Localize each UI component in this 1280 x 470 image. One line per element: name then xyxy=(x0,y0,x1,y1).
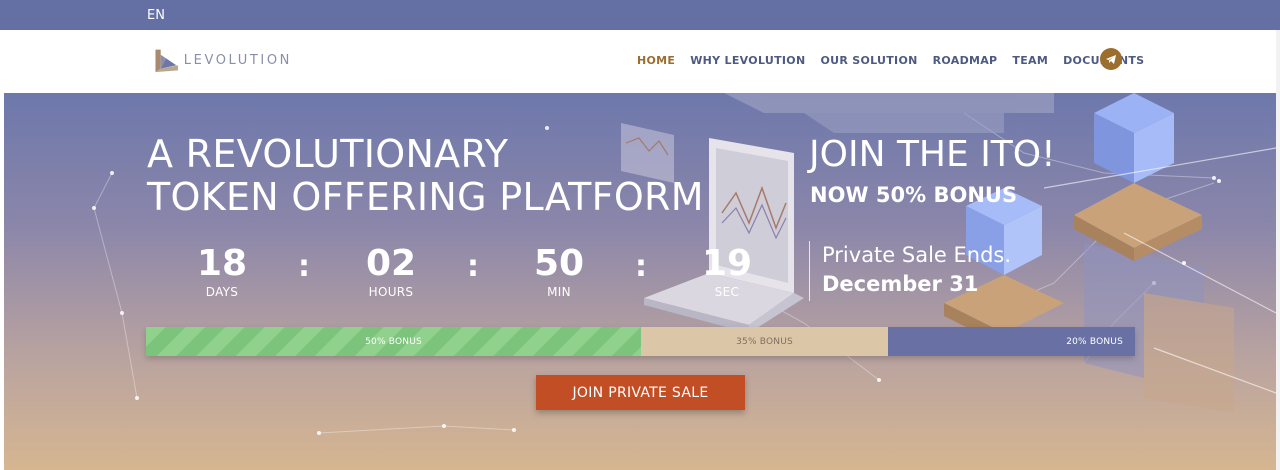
countdown-hours-label: HOURS xyxy=(368,285,414,299)
nav-item-home[interactable]: HOME xyxy=(637,54,675,67)
countdown-seconds-label: SEC xyxy=(714,285,740,299)
countdown-hours: 02 HOURS xyxy=(316,243,466,299)
countdown-hours-value: 02 xyxy=(365,243,417,284)
headline-line-1: A REVOLUTIONARY xyxy=(147,132,509,176)
levolution-logo-icon xyxy=(155,49,179,73)
bonus-progress-bar: 50% BONUS 35% BONUS 20% BONUS xyxy=(146,327,1135,356)
nav-item-roadmap[interactable]: ROADMAP xyxy=(933,54,998,67)
countdown-minutes-label: MIN xyxy=(547,285,571,299)
hero-headline: A REVOLUTIONARY TOKEN OFFERING PLATFORM xyxy=(147,133,704,219)
bonus-segment-50: 50% BONUS xyxy=(146,327,641,356)
sale-ends-date: December 31 xyxy=(822,272,979,296)
countdown-days: 18 DAYS xyxy=(147,243,297,299)
countdown-separator: : xyxy=(467,249,479,284)
brand-name: LEVOLUTION xyxy=(183,52,292,68)
countdown-days-label: DAYS xyxy=(205,285,239,299)
countdown-minutes-value: 50 xyxy=(533,243,585,284)
navbar: LEVOLUTION HOME WHY LEVOLUTION OUR SOLUT… xyxy=(4,30,1276,93)
top-bar: EN xyxy=(0,0,1280,30)
join-private-sale-button[interactable]: JOIN PRIVATE SALE xyxy=(536,375,745,410)
countdown-minutes: 50 MIN xyxy=(484,243,634,299)
telegram-button[interactable] xyxy=(1100,48,1122,70)
main-nav: HOME WHY LEVOLUTION OUR SOLUTION ROADMAP… xyxy=(637,54,1159,67)
ito-title: JOIN THE ITO! xyxy=(809,134,1056,175)
bonus-segment-35: 35% BONUS xyxy=(641,327,888,356)
telegram-icon xyxy=(1106,55,1116,64)
nav-item-our-solution[interactable]: OUR SOLUTION xyxy=(820,54,917,67)
countdown-seconds-value: 19 xyxy=(701,243,753,284)
ito-subtitle: NOW 50% BONUS xyxy=(810,183,1018,207)
private-sale-end: Private Sale Ends. December 31 xyxy=(809,241,1011,301)
bonus-segment-20: 20% BONUS xyxy=(888,327,1135,356)
hero-section: A REVOLUTIONARY TOKEN OFFERING PLATFORM … xyxy=(4,93,1276,470)
brand-logo[interactable]: LEVOLUTION xyxy=(152,44,292,76)
sale-ends-label: Private Sale Ends. xyxy=(822,243,1012,267)
countdown-seconds: 19 SEC xyxy=(652,243,802,299)
countdown-days-value: 18 xyxy=(196,243,248,284)
headline-line-2: TOKEN OFFERING PLATFORM xyxy=(147,175,704,219)
nav-item-team[interactable]: TEAM xyxy=(1012,54,1048,67)
countdown-separator: : xyxy=(635,249,647,284)
page-scrollbar[interactable] xyxy=(1276,30,1280,470)
language-selector[interactable]: EN xyxy=(147,8,165,23)
nav-item-why-levolution[interactable]: WHY LEVOLUTION xyxy=(690,54,805,67)
countdown-timer: 18 DAYS : 02 HOURS : 50 MIN : 19 SEC xyxy=(147,243,807,303)
countdown-separator: : xyxy=(298,249,310,284)
